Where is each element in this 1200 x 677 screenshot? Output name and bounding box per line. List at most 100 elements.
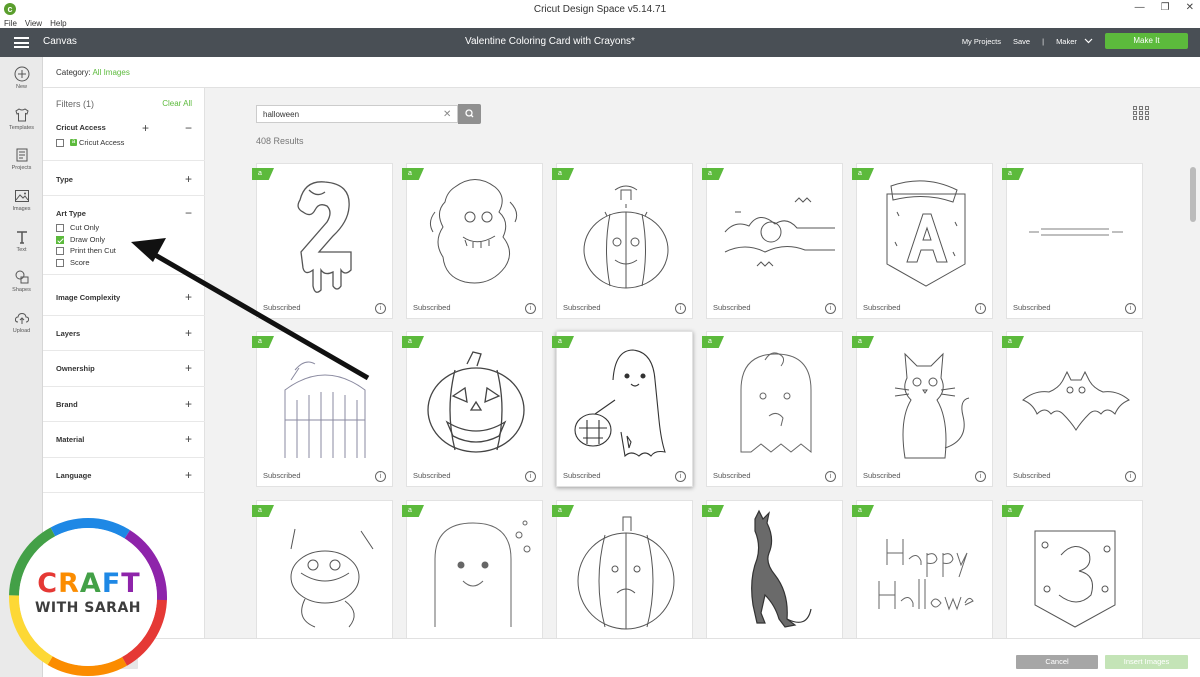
category-bar: Category: All Images [43,57,1200,88]
checkbox[interactable] [56,258,64,267]
expand-icon[interactable]: + [185,327,192,339]
filter-language[interactable]: Language + [43,458,205,493]
close-window-icon[interactable]: ✕ [1186,2,1194,13]
vertical-scrollbar[interactable] [1187,95,1200,638]
add-icon[interactable]: + [142,122,149,134]
maximize-icon[interactable]: ❐ [1161,2,1170,13]
image-card[interactable]: a Subscribed i [702,163,843,319]
card-status: Subscribed [413,303,451,312]
category-link[interactable]: All Images [92,68,129,77]
cricut-access-icon: a [70,139,77,146]
logo-craft-text: CRAFT [37,568,141,599]
expand-icon[interactable]: + [185,173,192,185]
expand-icon[interactable]: + [185,469,192,481]
my-projects-link[interactable]: My Projects [962,37,1001,46]
grid-view-icon[interactable] [1133,106,1149,120]
info-icon[interactable]: i [825,471,836,482]
image-card[interactable]: a [252,500,393,656]
image-card[interactable]: a [402,500,543,656]
minimize-icon[interactable]: — [1135,2,1145,13]
image-card[interactable]: a Subscribed i [252,163,393,319]
image-card[interactable]: a Subscribed i [1002,163,1143,319]
tool-images[interactable]: Images [0,188,43,212]
info-icon[interactable]: i [675,471,686,482]
info-icon[interactable]: i [525,303,536,314]
image-thumbnail [1029,228,1123,236]
clear-all-link[interactable]: Clear All [162,99,192,108]
menu-file[interactable]: File [4,19,17,28]
machine-select[interactable]: Maker [1056,37,1093,46]
filter-title: Brand [56,400,78,409]
info-icon[interactable]: i [375,303,386,314]
info-icon[interactable]: i [975,471,986,482]
expand-icon[interactable]: + [185,291,192,303]
checkbox-checked[interactable] [56,235,64,244]
image-thumbnail [1022,370,1130,431]
image-card[interactable]: a [552,500,693,656]
info-icon[interactable]: i [375,471,386,482]
image-card[interactable]: a Subscribed i [852,331,993,487]
info-icon[interactable]: i [525,471,536,482]
image-card[interactable]: a Subscribed i [852,163,993,319]
header-actions: My Projects Save | Maker Make It [962,33,1188,49]
scrollbar-thumb[interactable] [1190,167,1196,222]
menu-help[interactable]: Help [50,19,66,28]
image-card[interactable]: a Subscribed i [402,163,543,319]
info-icon[interactable]: i [825,303,836,314]
checkbox[interactable] [56,138,64,147]
make-it-button[interactable]: Make It [1105,33,1188,49]
image-card[interactable]: a Subscribed i [552,331,693,487]
collapse-icon[interactable]: − [185,122,192,134]
checkbox[interactable] [56,246,64,255]
menu-view[interactable]: View [25,19,42,28]
expand-icon[interactable]: + [185,433,192,445]
option-cricut-access[interactable]: a Cricut Access [56,138,124,147]
image-thumbnail [724,197,835,267]
collapse-icon[interactable]: − [185,207,192,219]
tool-templates[interactable]: Templates [0,107,43,131]
image-card[interactable]: a [702,500,843,656]
option-label: Score [70,258,90,267]
tool-projects[interactable]: Projects [0,147,43,171]
info-icon[interactable]: i [1125,471,1136,482]
close-icon[interactable]: ✕ [443,109,451,120]
image-thumbnail [751,509,812,628]
insert-images-button[interactable]: Insert Images [1105,655,1188,669]
tool-upload[interactable]: Upload [0,310,43,334]
image-card[interactable]: a [852,500,993,656]
filter-brand[interactable]: Brand + [43,387,205,422]
image-card[interactable]: a Subscribed i [1002,331,1143,487]
card-status: Subscribed [413,471,451,480]
image-thumbnail [886,180,966,287]
card-status: Subscribed [563,471,601,480]
checkbox[interactable] [56,223,64,232]
save-link[interactable]: Save [1013,37,1030,46]
image-card[interactable]: a [1002,500,1143,656]
search-input[interactable] [256,105,458,123]
info-icon[interactable]: i [675,303,686,314]
expand-icon[interactable]: + [185,362,192,374]
filter-ownership[interactable]: Ownership + [43,351,205,387]
image-card[interactable]: a Subscribed i [552,163,693,319]
option-cut-only[interactable]: Cut Only [56,223,99,232]
image-card[interactable]: a Subscribed i [402,331,543,487]
filter-material[interactable]: Material + [43,422,205,458]
tool-new[interactable]: New [0,66,43,90]
card-status: Subscribed [263,471,301,480]
info-icon[interactable]: i [975,303,986,314]
cancel-button[interactable]: Cancel [1016,655,1098,669]
tool-text[interactable]: Text [0,229,43,253]
filter-layers[interactable]: Layers + [43,316,205,351]
option-print-then-cut[interactable]: Print then Cut [56,246,116,255]
info-icon[interactable]: i [1125,303,1136,314]
expand-icon[interactable]: + [185,398,192,410]
filter-type[interactable]: Type + [43,161,205,196]
filter-image-complexity[interactable]: Image Complexity + [43,280,205,316]
option-draw-only[interactable]: Draw Only [56,235,105,244]
image-card[interactable]: a Subscribed i [702,331,843,487]
option-score[interactable]: Score [56,258,90,267]
search-button[interactable] [458,104,481,124]
tool-shapes[interactable]: Shapes [0,269,43,293]
filter-title: Ownership [56,364,95,373]
image-card[interactable]: a Subscribed i [252,331,393,487]
